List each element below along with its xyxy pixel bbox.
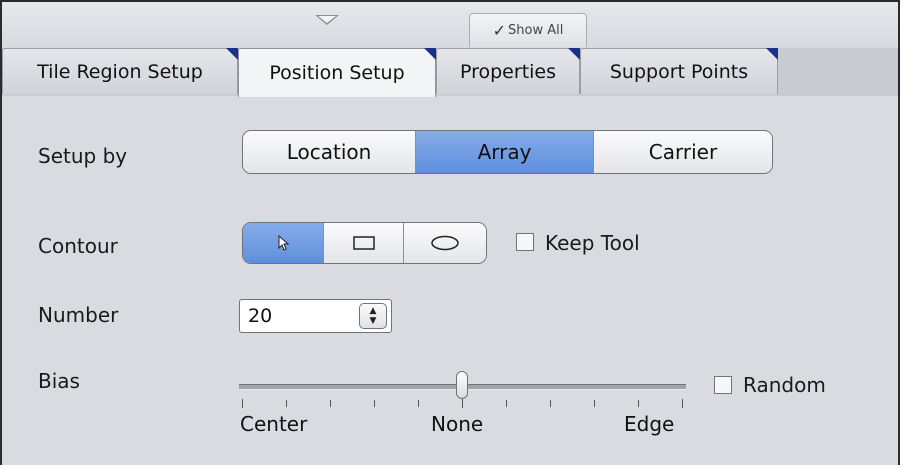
tab-label: Properties bbox=[459, 60, 557, 83]
checkmark-icon: ✓ bbox=[492, 21, 507, 40]
collapse-icon[interactable] bbox=[315, 15, 339, 25]
tab-corner-marker bbox=[424, 48, 436, 60]
tab-label: Tile Region Setup bbox=[37, 60, 203, 83]
bias-slider-tick bbox=[286, 400, 287, 407]
bias-slider-tick bbox=[330, 400, 331, 407]
keep-tool-label: Keep Tool bbox=[545, 231, 640, 255]
setup-by-segmented-control: Location Array Carrier bbox=[242, 130, 773, 174]
bias-slider-tick bbox=[506, 400, 507, 407]
tab-corner-marker bbox=[766, 48, 778, 60]
arrow-up-icon[interactable]: ▲ bbox=[370, 306, 377, 316]
number-spinbox[interactable]: 20 ▲ ▼ bbox=[239, 299, 392, 333]
ellipse-icon bbox=[431, 235, 459, 251]
number-stepper-buttons[interactable]: ▲ ▼ bbox=[359, 303, 387, 329]
tab-label: Support Points bbox=[609, 60, 749, 83]
number-value[interactable]: 20 bbox=[240, 305, 359, 327]
panel-frame: ✓ Show All Tile Region Setup Position Se… bbox=[0, 0, 900, 465]
bias-slider-tick bbox=[374, 400, 375, 407]
keep-tool-checkbox[interactable] bbox=[516, 233, 534, 251]
contour-tool-group bbox=[242, 222, 487, 264]
tab-corner-marker bbox=[226, 48, 238, 60]
setup-by-array-option[interactable]: Array bbox=[416, 131, 594, 173]
bias-slider-tick bbox=[550, 400, 551, 407]
bias-slider-tick bbox=[638, 400, 639, 407]
show-all-button[interactable]: ✓ Show All bbox=[469, 13, 587, 47]
setup-by-location-option[interactable]: Location bbox=[243, 131, 416, 173]
tab-position-setup[interactable]: Position Setup bbox=[238, 48, 436, 97]
bias-tick-label-center: Center bbox=[240, 412, 308, 436]
contour-ellipse-tool[interactable] bbox=[404, 223, 486, 263]
bias-slider-tick bbox=[242, 399, 243, 408]
bias-slider-tick bbox=[418, 400, 419, 407]
bias-tick-label-edge: Edge bbox=[624, 412, 675, 436]
tab-properties[interactable]: Properties bbox=[436, 48, 580, 94]
tab-corner-marker bbox=[568, 48, 580, 60]
panel-header-strip: ✓ Show All bbox=[2, 2, 898, 50]
tab-label: Position Setup bbox=[269, 62, 405, 84]
setup-by-carrier-option[interactable]: Carrier bbox=[594, 131, 772, 173]
tab-bar: Tile Region Setup Position Setup Propert… bbox=[2, 48, 898, 97]
contour-label: Contour bbox=[38, 234, 118, 258]
random-label: Random bbox=[743, 373, 826, 397]
setup-by-label: Setup by bbox=[38, 144, 128, 168]
bias-slider-tick bbox=[682, 399, 683, 408]
bias-slider-tick bbox=[594, 400, 595, 407]
bias-label: Bias bbox=[38, 369, 80, 393]
tab-support-points[interactable]: Support Points bbox=[580, 48, 778, 94]
bias-slider-tick bbox=[462, 399, 463, 408]
tab-tile-region-setup[interactable]: Tile Region Setup bbox=[2, 48, 238, 94]
random-checkbox[interactable] bbox=[714, 376, 732, 394]
contour-rectangle-tool[interactable] bbox=[324, 223, 404, 263]
bias-slider-thumb[interactable] bbox=[456, 371, 468, 399]
rectangle-icon bbox=[352, 236, 375, 250]
show-all-label: Show All bbox=[508, 23, 564, 38]
number-label: Number bbox=[38, 303, 119, 327]
arrow-down-icon[interactable]: ▼ bbox=[370, 316, 377, 326]
contour-pointer-tool[interactable] bbox=[243, 223, 324, 263]
bias-tick-label-none: None bbox=[431, 412, 484, 436]
cursor-arrow-icon bbox=[278, 235, 290, 251]
